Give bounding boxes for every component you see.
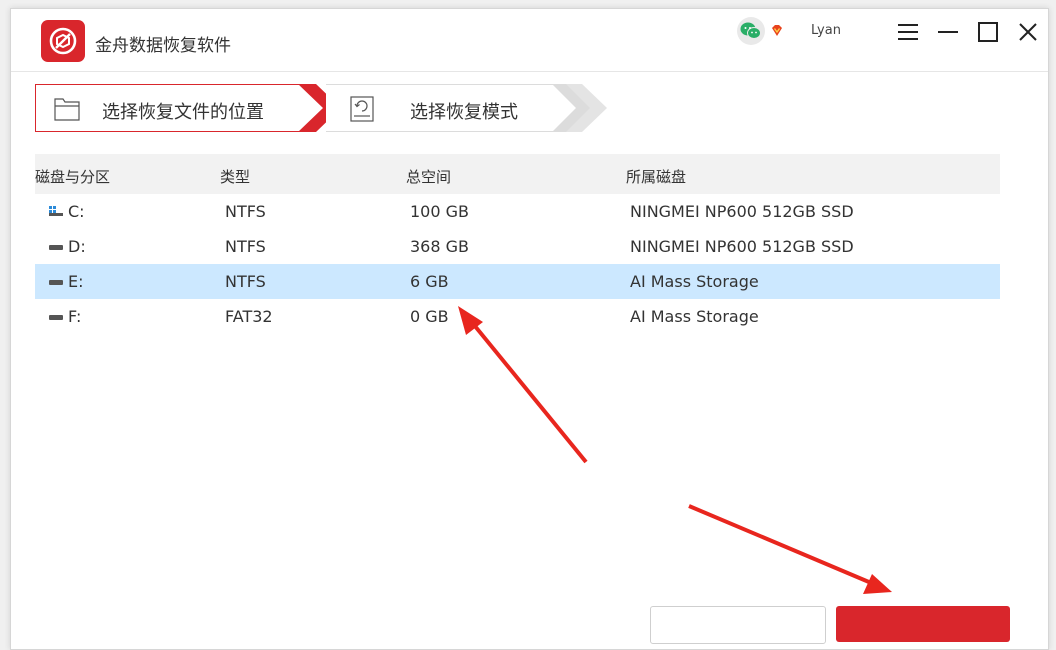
- disk-restore-icon: [350, 96, 374, 126]
- column-header[interactable]: 磁盘与分区: [35, 166, 110, 187]
- partition-cell: D:: [49, 237, 86, 256]
- disk-cell: NINGMEI NP600 512GB SSD: [630, 202, 854, 221]
- drive-icon: [49, 244, 63, 250]
- type-cell: NTFS: [225, 237, 266, 256]
- step-select-mode[interactable]: 选择恢复模式: [326, 84, 556, 132]
- partition-cell: C:: [49, 202, 85, 221]
- title-bar: 金舟数据恢复软件 Lyan: [11, 9, 1048, 72]
- column-header[interactable]: 所属磁盘: [626, 166, 686, 187]
- menu-icon[interactable]: [895, 19, 921, 45]
- size-cell: 100 GB: [410, 202, 469, 221]
- partition-name: F:: [68, 307, 82, 326]
- step-inactive-chevron-icon: [552, 84, 607, 132]
- step-label: 选择恢复文件的位置: [102, 102, 264, 123]
- table-row-selected[interactable]: E: NTFS 6 GB AI Mass Storage: [35, 264, 1000, 299]
- table-row[interactable]: C: NTFS 100 GB NINGMEI NP600 512GB SSD: [35, 194, 1000, 229]
- system-drive-icon: [49, 205, 63, 216]
- step-label: 选择恢复模式: [410, 102, 518, 123]
- table-row[interactable]: F: FAT32 0 GB AI Mass Storage: [35, 299, 1000, 334]
- drive-icon: [49, 279, 63, 285]
- partition-table: 磁盘与分区 类型 总空间 所属磁盘 C: NTFS 100 GB NINGMEI…: [35, 154, 1000, 334]
- type-cell: NTFS: [225, 202, 266, 221]
- table-header: 磁盘与分区 类型 总空间 所属磁盘: [35, 154, 1000, 194]
- app-logo-icon: [41, 20, 85, 62]
- table-row[interactable]: D: NTFS 368 GB NINGMEI NP600 512GB SSD: [35, 229, 1000, 264]
- app-title: 金舟数据恢复软件: [95, 36, 231, 56]
- back-button[interactable]: [650, 606, 826, 644]
- column-header[interactable]: 总空间: [406, 166, 451, 187]
- partition-name: D:: [68, 237, 86, 256]
- partition-cell: E:: [49, 272, 84, 291]
- type-cell: NTFS: [225, 272, 266, 291]
- partition-name: E:: [68, 272, 84, 291]
- folder-icon: [54, 97, 80, 125]
- disk-cell: NINGMEI NP600 512GB SSD: [630, 237, 854, 256]
- drive-icon: [49, 314, 63, 320]
- close-icon[interactable]: [1015, 19, 1041, 45]
- minimize-icon[interactable]: [935, 19, 961, 45]
- wechat-icon[interactable]: [737, 17, 765, 45]
- size-cell: 368 GB: [410, 237, 469, 256]
- type-cell: FAT32: [225, 307, 273, 326]
- partition-cell: F:: [49, 307, 81, 326]
- next-button[interactable]: [836, 606, 1010, 642]
- disk-cell: AI Mass Storage: [630, 307, 759, 326]
- size-cell: 6 GB: [410, 272, 449, 291]
- step-select-location[interactable]: 选择恢复文件的位置: [35, 84, 308, 132]
- partition-name: C:: [68, 202, 85, 221]
- size-cell: 0 GB: [410, 307, 449, 326]
- disk-cell: AI Mass Storage: [630, 272, 759, 291]
- column-header[interactable]: 类型: [220, 166, 250, 187]
- vip-badge-icon[interactable]: [770, 23, 784, 42]
- user-name[interactable]: Lyan: [811, 23, 841, 38]
- maximize-icon[interactable]: [975, 19, 1001, 45]
